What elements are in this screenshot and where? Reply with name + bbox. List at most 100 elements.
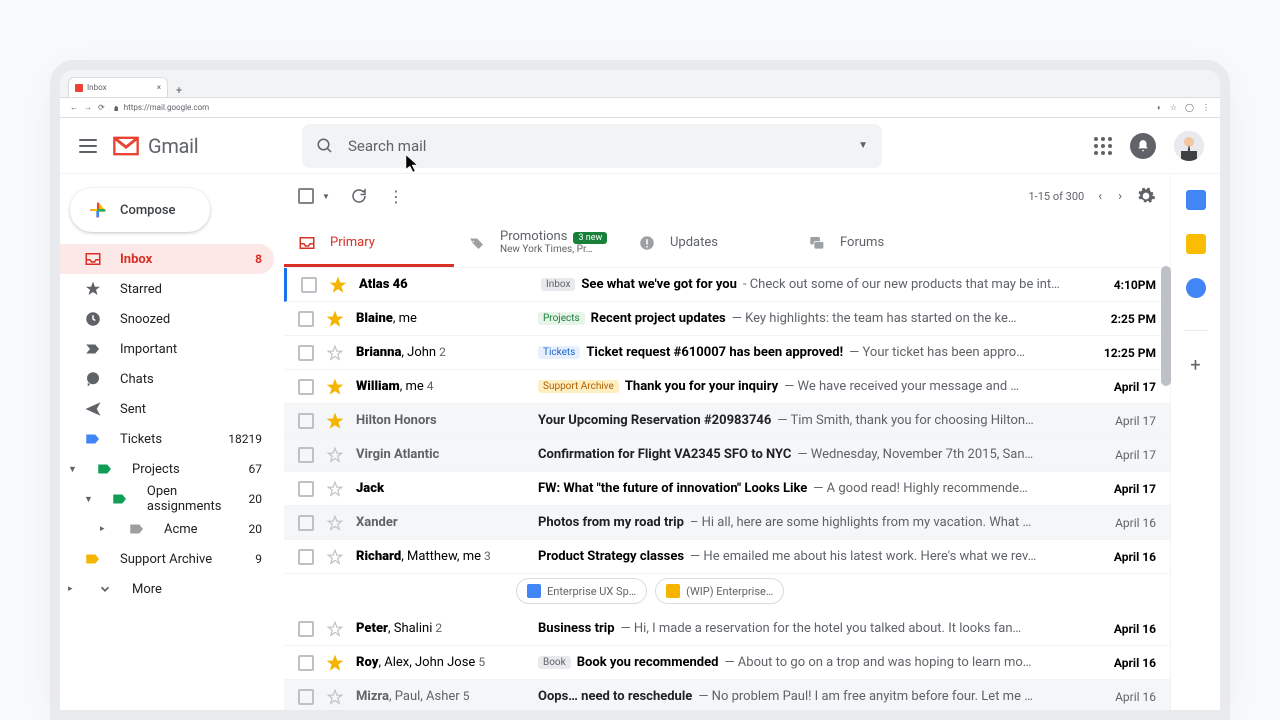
category-tabs: Primary Promotions3 newNew York Times, Pr… — [284, 218, 1170, 268]
message-row[interactable]: William, me4Support ArchiveThank you for… — [284, 370, 1170, 404]
bookmark-icon[interactable]: ☆ — [1170, 103, 1177, 112]
star-icon[interactable] — [326, 620, 344, 638]
sidebar-item-important[interactable]: Important — [60, 334, 274, 364]
prev-page-button[interactable]: ‹ — [1098, 189, 1102, 204]
expand-icon[interactable]: ▸ — [68, 584, 78, 594]
settings-icon[interactable] — [1136, 186, 1156, 206]
star-icon[interactable] — [326, 446, 344, 464]
chat-icon — [84, 370, 102, 388]
extensions-icon[interactable]: ◐ — [1157, 103, 1162, 112]
close-tab-icon[interactable]: × — [157, 83, 161, 92]
snippet: - Check out some of our new products tha… — [743, 277, 1060, 292]
forward-button[interactable]: → — [84, 103, 92, 112]
search-input[interactable] — [348, 137, 844, 155]
message-row[interactable]: Richard, Matthew, me3Product Strategy cl… — [284, 540, 1170, 574]
sidebar-item-snoozed[interactable]: Snoozed — [60, 304, 274, 334]
star-icon[interactable] — [326, 310, 344, 328]
more-actions-icon[interactable]: ⋮ — [388, 187, 404, 206]
search-options-icon[interactable]: ▼ — [858, 140, 868, 151]
tab-forums[interactable]: Forums — [794, 218, 964, 267]
star-icon[interactable] — [326, 548, 344, 566]
slide-icon — [666, 584, 680, 598]
row-checkbox[interactable] — [298, 549, 314, 565]
star-icon[interactable] — [329, 276, 347, 294]
reload-button[interactable]: ⟳ — [98, 103, 105, 112]
notifications-icon[interactable] — [1130, 133, 1156, 159]
star-icon[interactable] — [326, 378, 344, 396]
message-row[interactable]: Brianna, John2TicketsTicket request #610… — [284, 336, 1170, 370]
attachment-chip[interactable]: (WIP) Enterprise… — [655, 578, 784, 604]
star-icon[interactable] — [326, 480, 344, 498]
star-icon[interactable] — [326, 514, 344, 532]
expand-icon[interactable]: ▸ — [100, 524, 110, 534]
star-icon[interactable] — [326, 654, 344, 672]
sidebar-item-open-assignments[interactable]: ▼Open assignments20 — [60, 484, 274, 514]
tab-primary[interactable]: Primary — [284, 218, 454, 267]
browser-menu-icon[interactable]: ⋮ — [1202, 103, 1210, 112]
back-button[interactable]: ← — [70, 103, 78, 112]
attachment-chip[interactable]: Enterprise UX Sp… — [516, 578, 647, 604]
row-checkbox[interactable] — [298, 655, 314, 671]
star-icon[interactable] — [326, 688, 344, 706]
row-checkbox[interactable] — [298, 345, 314, 361]
message-row[interactable]: Hilton HonorsYour Upcoming Reservation #… — [284, 404, 1170, 438]
search-bar[interactable]: ▼ — [302, 124, 882, 168]
row-checkbox[interactable] — [298, 621, 314, 637]
message-row[interactable]: XanderPhotos from my road trip – Hi all,… — [284, 506, 1170, 540]
sidebar-item-more[interactable]: ▸More — [60, 574, 274, 604]
row-checkbox[interactable] — [301, 277, 317, 293]
get-addons-icon[interactable]: + — [1190, 355, 1200, 376]
sidebar-item-count: 67 — [249, 462, 263, 476]
message-row[interactable]: Blaine, meProjectsRecent project updates… — [284, 302, 1170, 336]
expand-icon[interactable]: ▼ — [68, 464, 78, 475]
message-row[interactable]: Atlas 46InboxSee what we've got for you-… — [284, 268, 1170, 302]
row-checkbox[interactable] — [298, 379, 314, 395]
message-row[interactable]: Roy, Alex, John Jose5BookBook you recomm… — [284, 646, 1170, 680]
select-all-checkbox[interactable] — [298, 188, 314, 204]
star-icon[interactable] — [326, 412, 344, 430]
calendar-addon-icon[interactable] — [1186, 190, 1206, 210]
scrollbar[interactable] — [1161, 266, 1171, 386]
select-dropdown-icon[interactable]: ▼ — [322, 192, 330, 201]
tab-label: Promotions3 new — [500, 229, 607, 245]
label-chip: Book — [538, 656, 571, 669]
message-row[interactable]: Virgin AtlanticConfirmation for Flight V… — [284, 438, 1170, 472]
compose-button[interactable]: Compose — [70, 188, 210, 232]
message-row[interactable]: JackFW: What "the future of innovation" … — [284, 472, 1170, 506]
sidebar-item-projects[interactable]: ▼Projects67 — [60, 454, 274, 484]
keep-addon-icon[interactable] — [1186, 234, 1206, 254]
tab-updates[interactable]: Updates — [624, 218, 794, 267]
refresh-button[interactable] — [350, 187, 368, 205]
row-checkbox[interactable] — [298, 515, 314, 531]
sidebar-item-sent[interactable]: Sent — [60, 394, 274, 424]
google-apps-icon[interactable] — [1094, 137, 1112, 155]
star-icon[interactable] — [326, 344, 344, 362]
sidebar-item-starred[interactable]: Starred — [60, 274, 274, 304]
sidebar-item-chats[interactable]: Chats — [60, 364, 274, 394]
account-avatar[interactable] — [1174, 131, 1204, 161]
sidebar-item-support-archive[interactable]: Support Archive9 — [60, 544, 274, 574]
row-checkbox[interactable] — [298, 481, 314, 497]
new-tab-button[interactable]: + — [172, 83, 186, 97]
tasks-addon-icon[interactable] — [1186, 278, 1206, 298]
row-checkbox[interactable] — [298, 413, 314, 429]
row-checkbox[interactable] — [298, 447, 314, 463]
main-menu-icon[interactable] — [76, 134, 100, 158]
sidebar-item-tickets[interactable]: Tickets18219 — [60, 424, 274, 454]
row-checkbox[interactable] — [298, 689, 314, 705]
profile-icon[interactable]: ◯ — [1185, 103, 1194, 112]
next-page-button[interactable]: › — [1118, 189, 1122, 204]
label-gray-icon — [128, 520, 146, 538]
expand-icon[interactable]: ▼ — [84, 494, 93, 505]
url-text[interactable]: https://mail.google.com — [124, 103, 209, 112]
row-checkbox[interactable] — [298, 311, 314, 327]
sidebar-item-inbox[interactable]: Inbox8 — [60, 244, 274, 274]
sender: Mizra, Paul, Asher5 — [356, 689, 526, 704]
message-row[interactable]: Peter, Shalini2Business trip — Hi, I mad… — [284, 612, 1170, 646]
message-row[interactable]: Mizra, Paul, Asher5Oops… need to resched… — [284, 680, 1170, 710]
browser-tab[interactable]: Inbox × — [68, 77, 168, 97]
snippet: — Hi, I made a reservation for the hotel… — [621, 621, 1022, 636]
sidebar-item-acme[interactable]: ▸Acme20 — [60, 514, 274, 544]
tab-label: Primary — [330, 235, 375, 250]
tab-promotions[interactable]: Promotions3 newNew York Times, Pr… — [454, 218, 624, 267]
